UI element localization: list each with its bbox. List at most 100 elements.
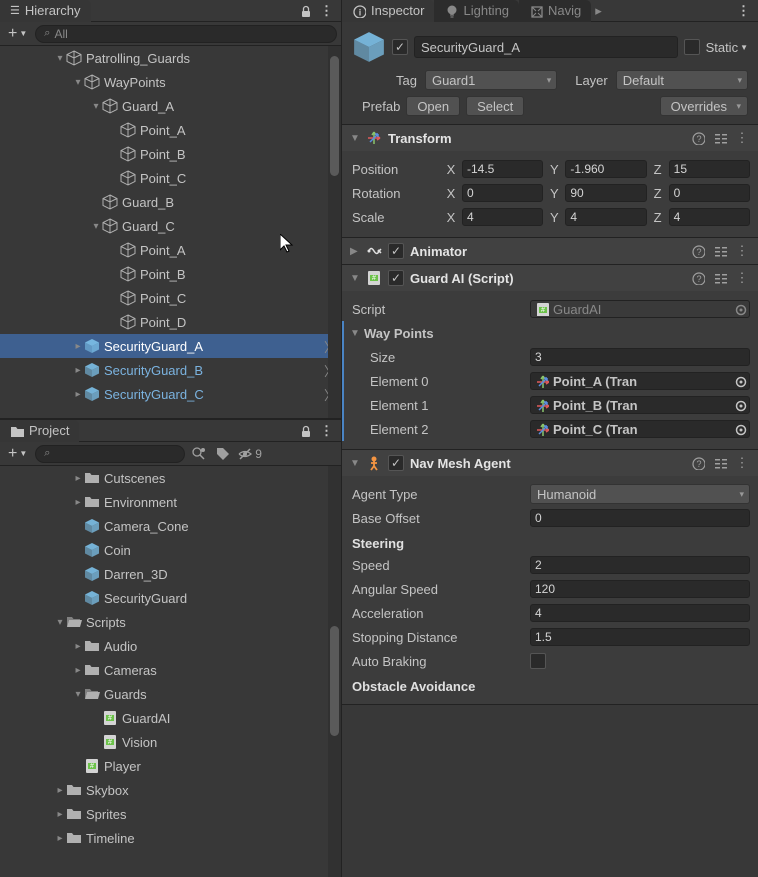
auto-braking-checkbox[interactable]	[530, 653, 546, 669]
enabled-checkbox[interactable]	[392, 39, 408, 55]
prefab-open-button[interactable]: Open	[406, 96, 460, 116]
tree-item[interactable]: ▾Guards	[0, 682, 341, 706]
foldout-icon[interactable]: ▸	[54, 833, 66, 844]
tree-item[interactable]: Point_C	[0, 166, 341, 190]
scale-z-input[interactable]: 4	[669, 208, 750, 226]
tree-item[interactable]: ▸Audio	[0, 634, 341, 658]
foldout-icon[interactable]: ▼	[350, 133, 360, 144]
base-offset-input[interactable]: 0	[530, 509, 750, 527]
script-enabled-checkbox[interactable]	[388, 270, 404, 286]
navigation-tab[interactable]: Navig	[519, 0, 591, 22]
foldout-icon[interactable]: ▸	[72, 389, 84, 400]
script-field[interactable]: GuardAI	[530, 300, 750, 318]
tree-item[interactable]: ▸Skybox	[0, 778, 341, 802]
object-picker-icon[interactable]	[733, 302, 747, 316]
foldout-icon[interactable]: ▾	[54, 617, 66, 628]
foldout-icon[interactable]: ▶	[350, 246, 360, 257]
prefab-overrides-button[interactable]: Overrides	[660, 96, 748, 116]
array-size-input[interactable]: 3	[530, 348, 750, 366]
tree-item[interactable]: Coin	[0, 538, 341, 562]
foldout-icon[interactable]: ▼	[350, 273, 360, 284]
tree-item[interactable]: ▸SecurityGuard_B〉	[0, 358, 341, 382]
create-button[interactable]: +▼	[4, 23, 31, 45]
navmesh-header[interactable]: ▼ Nav Mesh Agent ⋮	[342, 450, 758, 476]
animator-enabled-checkbox[interactable]	[388, 243, 404, 259]
foldout-icon[interactable]: ▸	[72, 497, 84, 508]
foldout-icon[interactable]: ▼	[350, 458, 360, 469]
tree-item[interactable]: Player	[0, 754, 341, 778]
animator-header[interactable]: ▶ Animator ⋮	[342, 238, 758, 264]
foldout-icon[interactable]: ▾	[90, 101, 102, 112]
tree-item[interactable]: Point_A	[0, 118, 341, 142]
position-x-input[interactable]: -14.5	[462, 160, 543, 178]
gameobject-icon[interactable]	[352, 30, 386, 64]
scale-x-input[interactable]: 4	[462, 208, 543, 226]
rotation-x-input[interactable]: 0	[462, 184, 543, 202]
stopping-distance-input[interactable]: 1.5	[530, 628, 750, 646]
tree-item[interactable]: Camera_Cone	[0, 514, 341, 538]
tree-item[interactable]: ▸Environment	[0, 490, 341, 514]
foldout-icon[interactable]: ▸	[54, 785, 66, 796]
foldout-icon[interactable]: ▾	[54, 53, 66, 64]
position-z-input[interactable]: 15	[669, 160, 750, 178]
transform-header[interactable]: ▼ Transform ⋮	[342, 125, 758, 151]
tree-item[interactable]: ▾Guard_A	[0, 94, 341, 118]
project-tab[interactable]: Project	[0, 420, 79, 442]
project-scrollbar[interactable]	[328, 466, 341, 877]
tree-item[interactable]: Vision	[0, 730, 341, 754]
tree-item[interactable]: ▸Timeline	[0, 826, 341, 850]
layer-dropdown[interactable]: Default	[616, 70, 748, 90]
help-icon[interactable]	[690, 243, 706, 259]
tag-dropdown[interactable]: Guard1	[425, 70, 557, 90]
create-button[interactable]: +▼	[4, 443, 31, 465]
acceleration-input[interactable]: 4	[530, 604, 750, 622]
project-search-input[interactable]: ⌕	[35, 445, 185, 463]
tree-item[interactable]: Guard_B	[0, 190, 341, 214]
preset-icon[interactable]	[712, 130, 728, 146]
tree-item[interactable]: ▾Guard_C	[0, 214, 341, 238]
hierarchy-search-input[interactable]: ⌕ All	[35, 25, 337, 43]
guard-ai-header[interactable]: ▼ Guard AI (Script) ⋮	[342, 265, 758, 291]
foldout-icon[interactable]: ▾	[72, 689, 84, 700]
rotation-z-input[interactable]: 0	[669, 184, 750, 202]
tree-item[interactable]: ▾Patrolling_Guards	[0, 46, 341, 70]
panel-menu-icon[interactable]: ⋮	[320, 3, 333, 19]
tree-item[interactable]: ▸Cameras	[0, 658, 341, 682]
foldout-icon[interactable]: ▸	[72, 365, 84, 376]
waypoint-element-field[interactable]: Point_C (Tran	[530, 420, 750, 438]
foldout-icon[interactable]: ▸	[72, 473, 84, 484]
tree-item[interactable]: ▾Scripts	[0, 610, 341, 634]
object-picker-icon[interactable]	[733, 374, 747, 388]
tree-item[interactable]: GuardAI	[0, 706, 341, 730]
foldout-icon[interactable]: ▸	[54, 809, 66, 820]
scale-y-input[interactable]: 4	[565, 208, 646, 226]
object-picker-icon[interactable]	[733, 398, 747, 412]
help-icon[interactable]	[690, 455, 706, 471]
more-tabs-icon[interactable]: ▸	[591, 3, 606, 19]
preset-icon[interactable]	[712, 455, 728, 471]
help-icon[interactable]	[690, 130, 706, 146]
navmesh-enabled-checkbox[interactable]	[388, 455, 404, 471]
foldout-icon[interactable]: ▸	[72, 341, 84, 352]
tree-item[interactable]: ▸Cutscenes	[0, 466, 341, 490]
hierarchy-scrollbar[interactable]	[328, 46, 341, 418]
tree-item[interactable]: ▸SecurityGuard_A〉	[0, 334, 341, 358]
speed-input[interactable]: 2	[530, 556, 750, 574]
component-menu-icon[interactable]: ⋮	[734, 270, 750, 286]
panel-menu-icon[interactable]: ⋮	[737, 3, 750, 19]
tree-item[interactable]: Darren_3D	[0, 562, 341, 586]
component-menu-icon[interactable]: ⋮	[734, 243, 750, 259]
static-dropdown[interactable]: Static▼	[706, 40, 748, 55]
angular-speed-input[interactable]: 120	[530, 580, 750, 598]
tree-item[interactable]: Point_D	[0, 310, 341, 334]
agent-type-dropdown[interactable]: Humanoid	[530, 484, 750, 504]
search-by-label-icon[interactable]	[213, 445, 233, 463]
tree-item[interactable]: ▾WayPoints	[0, 70, 341, 94]
help-icon[interactable]	[690, 270, 706, 286]
static-checkbox[interactable]	[684, 39, 700, 55]
hierarchy-tab[interactable]: ☰ Hierarchy	[0, 0, 91, 22]
waypoint-element-field[interactable]: Point_A (Tran	[530, 372, 750, 390]
tree-item[interactable]: ▸Sprites	[0, 802, 341, 826]
waypoints-foldout[interactable]: ▼	[350, 328, 360, 339]
tree-item[interactable]: Point_C	[0, 286, 341, 310]
